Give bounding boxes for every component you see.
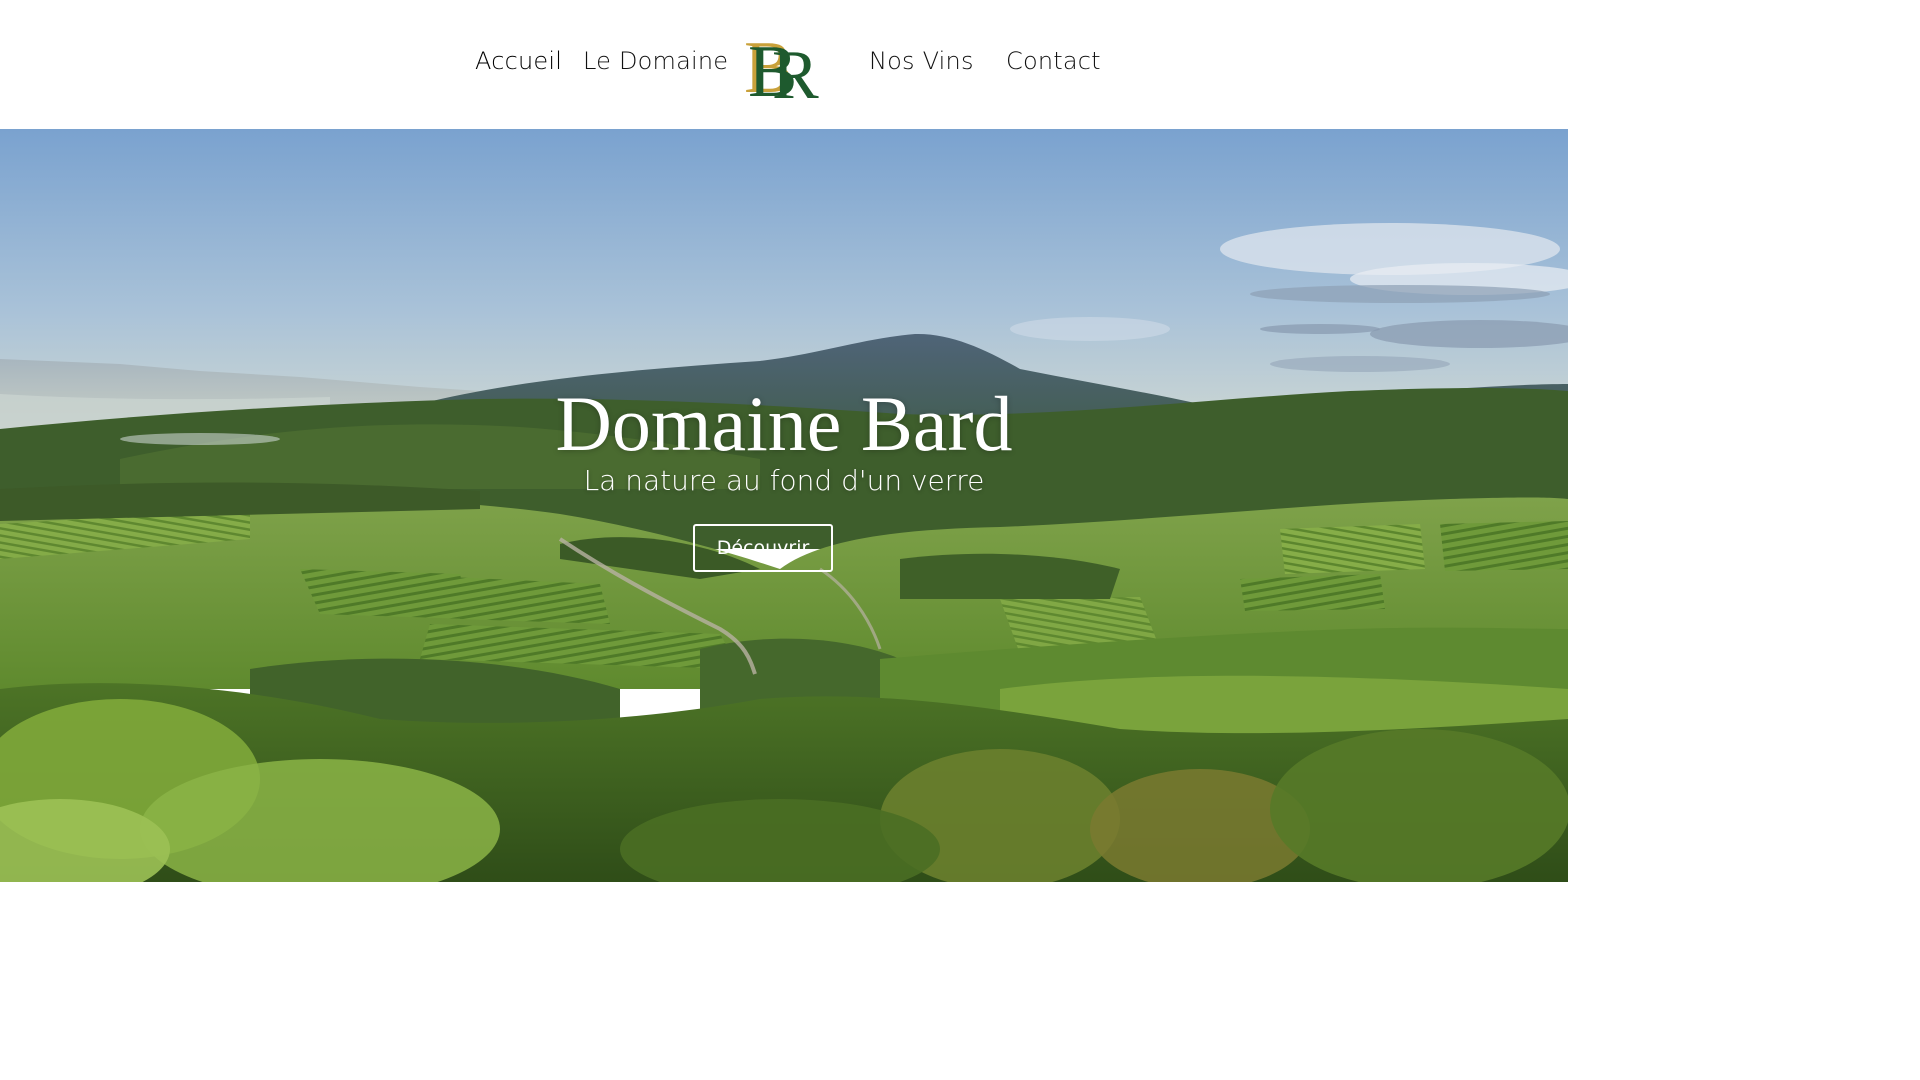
nav-le-domaine[interactable]: Le Domaine: [583, 44, 728, 78]
vineyard-landscape-image: [0, 129, 1568, 882]
svg-text:R: R: [772, 37, 819, 104]
hero-subtitle: La nature au fond d'un verre: [583, 464, 985, 497]
site-header: Accueil Le Domaine B B R Nos Vins Contac…: [0, 0, 1568, 129]
nav-contact[interactable]: Contact: [1006, 44, 1101, 78]
br-logo-icon[interactable]: B B R: [742, 26, 822, 114]
hero-section: Domaine Bard La nature au fond d'un verr…: [0, 129, 1568, 882]
nav-accueil[interactable]: Accueil: [475, 44, 562, 78]
decouvrir-button[interactable]: Découvrir: [693, 524, 833, 572]
nav-nos-vins[interactable]: Nos Vins: [869, 44, 974, 78]
hero-title: Domaine Bard: [555, 380, 1013, 467]
